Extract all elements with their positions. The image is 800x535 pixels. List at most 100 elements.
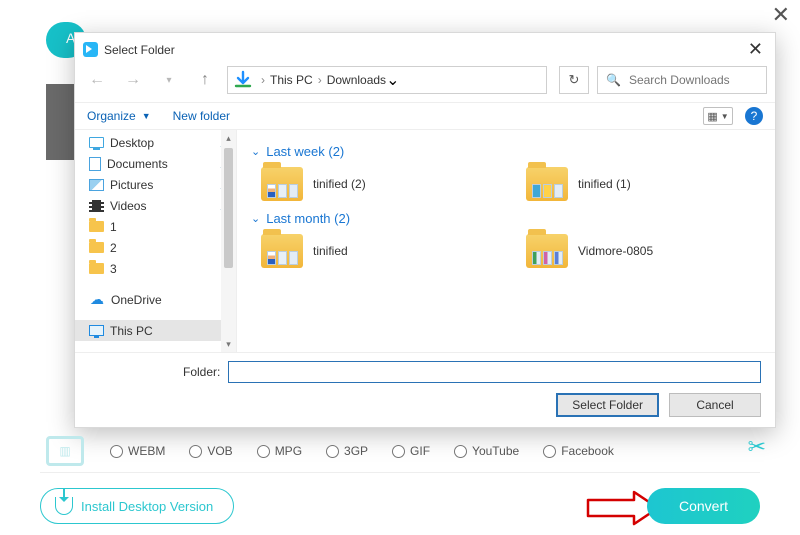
sidebar-item-label: Videos xyxy=(110,199,146,213)
nav-forward-icon[interactable]: → xyxy=(119,66,147,94)
sidebar-item-label: 2 xyxy=(110,241,117,255)
format-option-vob[interactable]: VOB xyxy=(189,444,232,458)
caret-down-icon: ▼ xyxy=(721,112,729,121)
sidebar-item-pictures[interactable]: Pictures📌 xyxy=(75,174,236,195)
sidebar-item-onedrive[interactable]: ☁OneDrive xyxy=(75,289,236,310)
format-radio[interactable] xyxy=(110,445,123,458)
sidebar-spacer xyxy=(75,341,236,351)
toolbar: Organize ▼ New folder ▦▼ ? xyxy=(75,102,775,129)
format-radio[interactable] xyxy=(454,445,467,458)
folder-label: tinified (1) xyxy=(578,177,631,191)
sidebar-spacer xyxy=(75,310,236,320)
download-icon xyxy=(55,497,73,515)
film-icon: ▥ xyxy=(46,436,84,466)
group-title: Last week (2) xyxy=(266,144,344,159)
sidebar-item-label: OneDrive xyxy=(111,293,162,307)
crumb-sep-icon: › xyxy=(261,73,265,87)
address-bar[interactable]: › This PC › Downloads ⌄ xyxy=(227,66,547,94)
crumb-root[interactable]: This PC xyxy=(270,73,313,87)
install-desktop-label: Install Desktop Version xyxy=(81,499,213,514)
organize-menu[interactable]: Organize ▼ xyxy=(87,109,151,123)
sidebar-item-label: This PC xyxy=(110,324,153,338)
divider xyxy=(40,472,760,473)
dialog-titlebar: Select Folder ✕ xyxy=(75,33,775,64)
sidebar-item-2[interactable]: 2 xyxy=(75,237,236,258)
format-radio[interactable] xyxy=(326,445,339,458)
folder-input[interactable] xyxy=(228,361,761,383)
sidebar-item-label: Desktop xyxy=(110,136,154,150)
group-title: Last month (2) xyxy=(266,211,350,226)
format-radio[interactable] xyxy=(543,445,556,458)
format-label: 3GP xyxy=(344,444,368,458)
folder-item[interactable]: tinified (2) xyxy=(261,167,496,201)
convert-button[interactable]: Convert xyxy=(647,488,760,524)
sidebar-item-desktop[interactable]: Desktop📌 xyxy=(75,132,236,153)
group-header[interactable]: ⌄Last month (2) xyxy=(251,211,761,226)
group-header[interactable]: ⌄Last week (2) xyxy=(251,144,761,159)
search-box[interactable]: 🔍 xyxy=(597,66,767,94)
select-folder-button[interactable]: Select Folder xyxy=(556,393,659,417)
format-option-3gp[interactable]: 3GP xyxy=(326,444,368,458)
install-desktop-button[interactable]: Install Desktop Version xyxy=(40,488,234,524)
folder-item[interactable]: tinified (1) xyxy=(526,167,761,201)
sidebar-item-documents[interactable]: Documents📌 xyxy=(75,153,236,174)
format-option-facebook[interactable]: Facebook xyxy=(543,444,614,458)
format-label: YouTube xyxy=(472,444,519,458)
folder-item[interactable]: Vidmore-0805 xyxy=(526,234,761,268)
app-logo-icon xyxy=(83,42,98,57)
format-label: Facebook xyxy=(561,444,614,458)
sidebar-scrollbar[interactable]: ▴ ▾ xyxy=(221,130,236,352)
scroll-thumb[interactable] xyxy=(224,148,233,268)
app-close-icon[interactable]: ✕ xyxy=(772,2,790,28)
sidebar-item-3[interactable]: 3 xyxy=(75,258,236,279)
scroll-down-icon[interactable]: ▾ xyxy=(221,336,236,352)
dialog-close-icon[interactable]: ✕ xyxy=(744,39,767,60)
sidebar-item-1[interactable]: 1 xyxy=(75,216,236,237)
folder-icon xyxy=(261,167,303,201)
crumb-sep-icon: › xyxy=(318,73,322,87)
format-option-youtube[interactable]: YouTube xyxy=(454,444,519,458)
address-expand-icon[interactable]: ⌄ xyxy=(386,70,399,90)
format-option-mpg[interactable]: MPG xyxy=(257,444,302,458)
format-radio[interactable] xyxy=(189,445,202,458)
sidebar-item-videos[interactable]: Videos📌 xyxy=(75,195,236,216)
folder-icon xyxy=(526,167,568,201)
cut-icon[interactable]: ✂ xyxy=(748,434,766,460)
folder-icon xyxy=(261,234,303,268)
format-radio[interactable] xyxy=(257,445,270,458)
search-input[interactable] xyxy=(629,73,766,87)
folder-label: Folder: xyxy=(183,365,220,379)
sidebar-item-label: Documents xyxy=(107,157,168,171)
nav-recent-icon[interactable]: ▾ xyxy=(155,66,183,94)
scroll-up-icon[interactable]: ▴ xyxy=(221,130,236,146)
format-label: MPG xyxy=(275,444,302,458)
sidebar-item-label: 3 xyxy=(110,262,117,276)
sidebar-item-label: Pictures xyxy=(110,178,153,192)
format-option-webm[interactable]: WEBM xyxy=(110,444,165,458)
crumb-downloads[interactable]: Downloads xyxy=(327,73,386,87)
path-root-icon xyxy=(232,69,254,91)
cancel-button[interactable]: Cancel xyxy=(669,393,761,417)
format-option-gif[interactable]: GIF xyxy=(392,444,430,458)
folder-label: tinified (2) xyxy=(313,177,366,191)
sidebar-item-network[interactable]: 🖧Network xyxy=(75,351,236,352)
folder-label: Vidmore-0805 xyxy=(578,244,653,258)
format-radio[interactable] xyxy=(392,445,405,458)
dialog-bottom: Folder: Select Folder Cancel xyxy=(75,352,775,427)
folder-item[interactable]: tinified xyxy=(261,234,496,268)
nav-bar: ← → ▾ ↑ › This PC › Downloads ⌄ ↻ 🔍 xyxy=(75,64,775,102)
view-options-button[interactable]: ▦▼ xyxy=(703,107,733,125)
search-icon: 🔍 xyxy=(598,73,629,87)
nav-up-icon[interactable]: ↑ xyxy=(191,66,219,94)
organize-label: Organize xyxy=(87,109,136,123)
dialog-title: Select Folder xyxy=(104,43,175,57)
sidebar-item-label: 1 xyxy=(110,220,117,234)
help-button[interactable]: ? xyxy=(745,107,763,125)
refresh-button[interactable]: ↻ xyxy=(559,66,589,94)
format-label: WEBM xyxy=(128,444,165,458)
sidebar-item-this-pc[interactable]: This PC xyxy=(75,320,236,341)
folder-content: ⌄Last week (2) tinified (2) tinified (1) ⌄L… xyxy=(237,130,775,352)
format-label: GIF xyxy=(410,444,430,458)
nav-back-icon[interactable]: ← xyxy=(83,66,111,94)
new-folder-button[interactable]: New folder xyxy=(173,109,230,123)
